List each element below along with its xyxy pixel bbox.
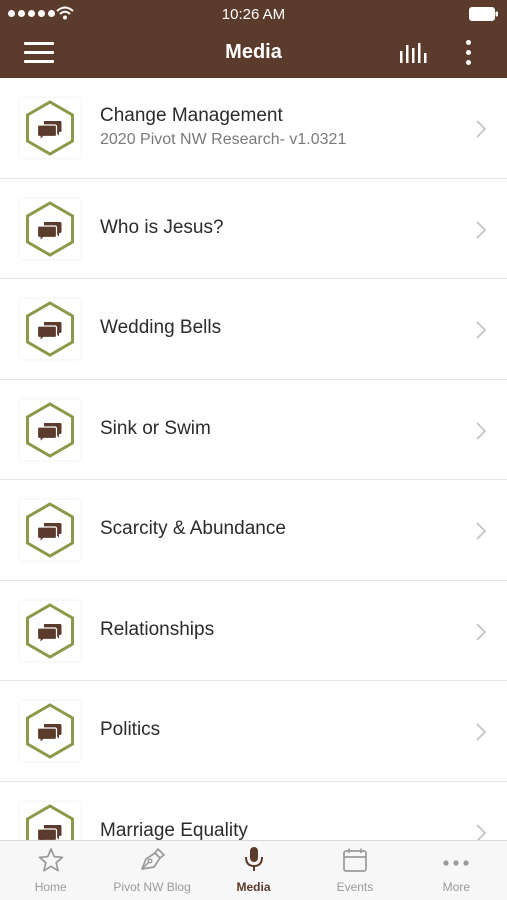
chevron-right-icon bbox=[476, 120, 487, 138]
pen-icon bbox=[141, 848, 165, 870]
tab-more[interactable]: More bbox=[406, 841, 507, 900]
tab-label: Home bbox=[34, 880, 67, 894]
chat-bubbles-hexagon-icon bbox=[26, 502, 74, 558]
tab-label: Media bbox=[236, 880, 271, 894]
media-thumbnail bbox=[20, 299, 80, 359]
microphone-icon bbox=[244, 847, 263, 871]
media-item-text: Who is Jesus? bbox=[100, 217, 457, 239]
chat-bubbles-hexagon-icon bbox=[26, 703, 74, 759]
media-item-subtitle: 2020 Pivot NW Research- v1.0321 bbox=[100, 131, 347, 148]
chat-bubbles-hexagon-icon bbox=[26, 200, 74, 257]
media-thumbnail bbox=[20, 701, 80, 761]
page-title: Media bbox=[225, 41, 282, 63]
media-item-title: Who is Jesus? bbox=[100, 216, 224, 238]
media-item-text: Relationships bbox=[100, 619, 457, 641]
media-list-item[interactable]: Scarcity & Abundance bbox=[0, 480, 507, 581]
media-thumbnail bbox=[20, 600, 80, 661]
header-bar: Media bbox=[0, 28, 507, 78]
media-item-text: Wedding Bells bbox=[100, 317, 457, 339]
chat-bubbles-hexagon-icon bbox=[26, 401, 74, 458]
tab-label: Pivot NW Blog bbox=[113, 880, 191, 894]
chat-bubbles-hexagon-icon bbox=[26, 100, 74, 156]
tab-bar: Home Pivot NW Blog Media Events More bbox=[0, 840, 507, 900]
media-list-item[interactable]: Who is Jesus? bbox=[0, 178, 507, 279]
chat-bubbles-hexagon-icon bbox=[26, 803, 74, 840]
media-list-item[interactable]: Marriage Equality bbox=[0, 781, 507, 841]
media-item-text: Marriage Equality bbox=[100, 820, 457, 841]
media-thumbnail bbox=[20, 500, 80, 560]
media-item-text: Sink or Swim bbox=[100, 418, 457, 440]
chat-bubbles-hexagon-icon bbox=[26, 301, 74, 357]
media-item-title: Sink or Swim bbox=[100, 417, 211, 439]
tab-home[interactable]: Home bbox=[0, 841, 101, 900]
media-list-item[interactable]: Wedding Bells bbox=[0, 279, 507, 380]
media-item-title: Wedding Bells bbox=[100, 317, 222, 338]
media-item-title: Change Management bbox=[100, 105, 283, 126]
chevron-right-icon bbox=[476, 823, 487, 840]
chevron-right-icon bbox=[476, 220, 487, 239]
media-list-item[interactable]: Politics bbox=[0, 681, 507, 782]
media-thumbnail bbox=[20, 801, 80, 840]
tab-pivot-nw-blog[interactable]: Pivot NW Blog bbox=[101, 841, 202, 900]
chat-bubbles-hexagon-icon bbox=[26, 602, 74, 659]
status-time: 10:26 AM bbox=[221, 6, 286, 23]
media-thumbnail bbox=[20, 98, 80, 158]
more-options-icon[interactable] bbox=[463, 40, 473, 70]
media-list: Change Management 2020 Pivot NW Research-… bbox=[0, 78, 507, 840]
star-icon bbox=[38, 848, 63, 872]
media-list-item[interactable]: Relationships bbox=[0, 580, 507, 681]
chevron-right-icon bbox=[476, 522, 487, 540]
tab-label: More bbox=[442, 880, 470, 894]
tab-media[interactable]: Media bbox=[203, 841, 304, 900]
media-item-text: Scarcity & Abundance bbox=[100, 518, 457, 540]
media-item-title: Politics bbox=[100, 719, 161, 740]
calendar-icon bbox=[343, 848, 367, 872]
media-thumbnail bbox=[20, 198, 80, 259]
tab-events[interactable]: Events bbox=[304, 841, 405, 900]
audio-bars-icon[interactable] bbox=[398, 41, 430, 65]
media-thumbnail bbox=[20, 399, 80, 460]
tab-label: Events bbox=[336, 880, 374, 894]
battery-icon bbox=[469, 7, 498, 21]
chevron-right-icon bbox=[476, 321, 487, 339]
media-list-item[interactable]: Sink or Swim bbox=[0, 379, 507, 480]
chevron-right-icon bbox=[476, 421, 487, 440]
media-item-text: Change Management 2020 Pivot NW Research-… bbox=[100, 105, 457, 149]
media-item-title: Marriage Equality bbox=[100, 819, 248, 841]
media-list-item[interactable]: Change Management 2020 Pivot NW Research-… bbox=[0, 78, 507, 179]
status-bar: 10:26 AM bbox=[0, 0, 507, 28]
media-item-title: Scarcity & Abundance bbox=[100, 518, 286, 539]
media-item-text: Politics bbox=[100, 719, 457, 741]
ellipsis-icon bbox=[443, 860, 469, 866]
chevron-right-icon bbox=[476, 723, 487, 741]
media-item-title: Relationships bbox=[100, 618, 215, 640]
chevron-right-icon bbox=[476, 622, 487, 641]
